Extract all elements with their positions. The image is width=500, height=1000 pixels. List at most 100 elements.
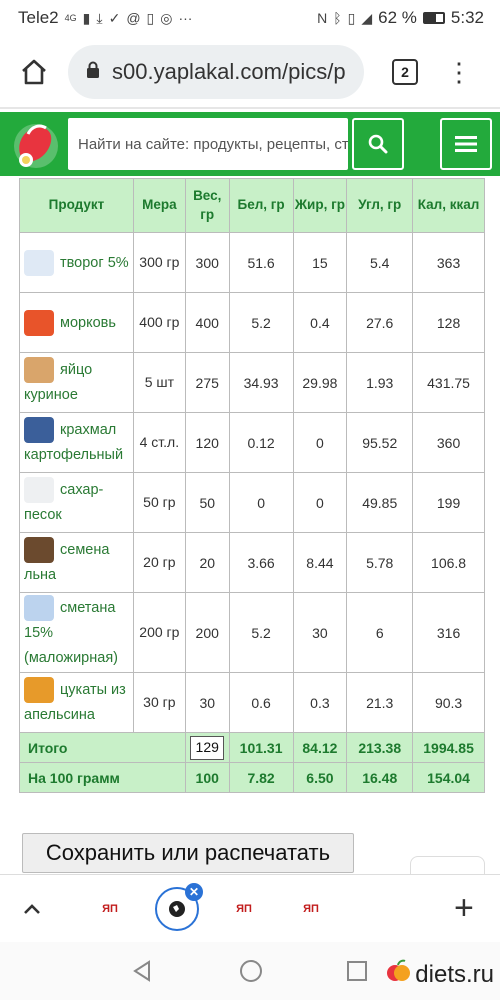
globe-icon [169, 901, 185, 917]
home-icon[interactable] [12, 50, 56, 94]
browser-tab-bar: ЯП ✕ ЯП ЯП + [0, 874, 500, 942]
home-nav-icon[interactable] [238, 958, 264, 984]
watermark-text: diets.ru [415, 960, 494, 988]
per100-kcal: 154.04 [412, 762, 485, 794]
product-cell: семена льна [19, 532, 134, 593]
status-left: Tele2 4G ▮ ⤓ ✓ @ ▯ ◎ ··· [18, 8, 192, 28]
kcal-cell: 431.75 [412, 352, 485, 413]
site-menu-button[interactable] [440, 118, 492, 170]
vibration-icon: ▯ [347, 9, 356, 26]
cottage-cheese-icon [24, 249, 54, 276]
table-row: сахар-песок 50 гр 50 0 0 49.85 199 [19, 472, 485, 533]
product-cell: творог 5% [19, 232, 134, 293]
weight-cell: 20 [184, 532, 230, 593]
candied-orange-icon [24, 677, 54, 704]
product-name-link[interactable]: морковь [60, 314, 116, 330]
diets-logo-icon [385, 958, 411, 991]
site-search-input[interactable]: Найти на сайте: продукты, рецепты, ст [68, 118, 348, 170]
carb-cell: 5.78 [346, 532, 414, 593]
col-header-measure: Мера [132, 178, 186, 233]
egg-icon [24, 357, 54, 384]
tab-thumbnail-4[interactable]: ЯП [289, 887, 333, 931]
carb-cell: 27.6 [346, 292, 414, 353]
tab-switcher-button[interactable]: 2 [392, 59, 418, 85]
status-right: N ᛒ ▯ ◢ 62 % 5:32 [317, 8, 484, 28]
carb-cell: 21.3 [346, 672, 414, 734]
recents-nav-icon[interactable] [344, 958, 370, 984]
per100-carb: 16.48 [346, 762, 414, 794]
site-header: Найти на сайте: продукты, рецепты, ст [0, 112, 500, 176]
lock-icon [86, 59, 100, 85]
search-icon [368, 134, 388, 154]
clock: 5:32 [450, 8, 484, 27]
nutrition-table: Продукт Мера Вес, гр Бел, гр Жир, гр Угл… [19, 178, 485, 794]
product-cell: сметана 15% (маложирная) [19, 591, 134, 674]
kcal-cell: 316 [412, 591, 485, 674]
partial-button-edge [410, 856, 485, 876]
kcal-cell: 90.3 [412, 672, 485, 734]
product-cell: крахмал картофельный [19, 412, 134, 473]
table-header-row: Продукт Мера Вес, гр Бел, гр Жир, гр Угл… [19, 178, 485, 233]
hamburger-icon [455, 136, 477, 152]
carb-cell: 1.93 [346, 352, 414, 413]
new-tab-button[interactable]: + [454, 891, 474, 925]
chevron-up-icon[interactable] [18, 895, 46, 923]
sugar-icon [24, 477, 54, 504]
nfc-icon: N [317, 10, 328, 26]
per100-weight: 100 [184, 762, 230, 794]
total-kcal: 1994.85 [412, 732, 485, 764]
total-fat: 84.12 [292, 732, 348, 764]
status-bar: Tele2 4G ▮ ⤓ ✓ @ ▯ ◎ ··· N ᛒ ▯ ◢ 62 % 5:… [0, 0, 500, 36]
fat-cell: 0 [292, 472, 348, 533]
wifi-signal-icon: ◢ [361, 9, 373, 26]
site-logo[interactable] [6, 114, 66, 174]
nutrition-table-container: Продукт Мера Вес, гр Бел, гр Жир, гр Угл… [19, 178, 485, 794]
total-weight-cell: 129 [184, 732, 230, 764]
weight-cell: 275 [184, 352, 230, 413]
weight-cell: 120 [184, 412, 230, 473]
kcal-cell: 363 [412, 232, 485, 293]
carrier-label: Tele2 [18, 8, 59, 27]
protein-cell: 0.6 [228, 672, 294, 734]
per100-protein: 7.82 [228, 762, 294, 794]
total-weight-input[interactable]: 129 [190, 735, 225, 760]
col-header-fat: Жир, гр [292, 178, 348, 233]
measure-cell: 5 шт [132, 352, 186, 413]
download-icon: ⤓ [96, 9, 103, 26]
tab-thumbnail-3[interactable]: ЯП [222, 887, 266, 931]
protein-cell: 51.6 [228, 232, 294, 293]
carrot-icon [24, 309, 54, 336]
signal-icon: ▮ [82, 9, 91, 26]
fat-cell: 29.98 [292, 352, 348, 413]
col-header-kcal: Кал, ккал [412, 178, 485, 233]
protein-cell: 0 [228, 472, 294, 533]
browser-toolbar: s00.yaplakal.com/pics/p 2 ⋮ [0, 36, 500, 108]
measure-cell: 4 ст.л. [132, 412, 186, 473]
per100-label: На 100 грамм [19, 762, 186, 794]
product-cell: морковь [19, 292, 134, 353]
close-tab-icon[interactable]: ✕ [185, 883, 203, 901]
weight-cell: 400 [184, 292, 230, 353]
overflow-menu-icon[interactable]: ⋮ [446, 59, 472, 85]
table-row: морковь 400 гр 400 5.2 0.4 27.6 128 [19, 292, 485, 353]
check-icon: ✓ [108, 9, 121, 26]
back-nav-icon[interactable] [130, 958, 156, 984]
fat-cell: 0.3 [292, 672, 348, 734]
tab-thumbnail-active[interactable]: ✕ [155, 883, 203, 931]
table-row: сметана 15% (маложирная) 200 гр 200 5.2 30 6 3… [19, 591, 485, 674]
table-row: крахмал картофельный 4 ст.л. 120 0.12 0 95.52… [19, 412, 485, 473]
per100-row: На 100 грамм 100 7.82 6.50 16.48 154.04 [19, 762, 485, 794]
carb-cell: 49.85 [346, 472, 414, 533]
address-bar[interactable]: s00.yaplakal.com/pics/p [68, 45, 364, 99]
product-cell: сахар-песок [19, 472, 134, 533]
measure-cell: 200 гр [132, 591, 186, 674]
carb-cell: 95.52 [346, 412, 414, 473]
carb-cell: 6 [346, 591, 414, 674]
weight-cell: 50 [184, 472, 230, 533]
product-name-link[interactable]: творог 5% [60, 254, 129, 270]
battery-icon [422, 12, 445, 24]
page-progress-track [0, 107, 500, 109]
tab-thumbnail-1[interactable]: ЯП [88, 887, 132, 931]
search-button[interactable] [352, 118, 404, 170]
save-print-button[interactable]: Сохранить или распечатать [22, 833, 354, 873]
